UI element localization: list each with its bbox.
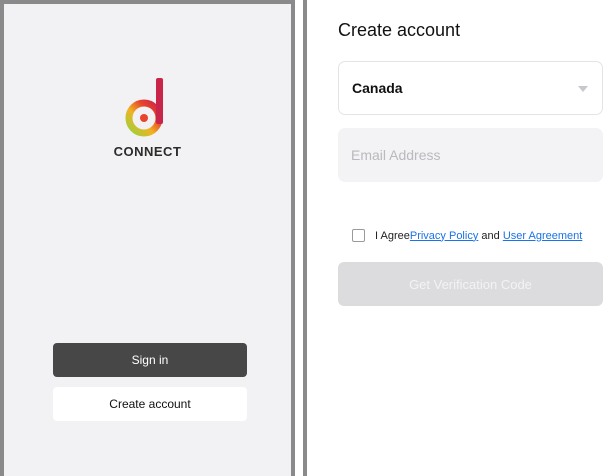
privacy-policy-link[interactable]: Privacy Policy: [410, 230, 478, 242]
logo-wordmark: CONNECT: [113, 144, 182, 159]
create-account-button[interactable]: Create account: [53, 387, 247, 421]
get-verification-code-button[interactable]: Get Verification Code: [338, 262, 603, 306]
create-account-screen: Create account Canada I AgreePrivacy Pol…: [303, 0, 607, 476]
connect-logo-icon: [125, 78, 163, 137]
welcome-screen: CONNECT Sign in Create account: [0, 0, 295, 476]
sign-in-button[interactable]: Sign in: [53, 343, 247, 377]
email-field[interactable]: [338, 128, 603, 182]
agree-checkbox[interactable]: [352, 229, 365, 242]
chevron-down-icon: [578, 86, 588, 92]
page-title: Create account: [338, 20, 461, 40]
and-text: and: [481, 229, 500, 242]
agree-prefix: I Agree: [375, 229, 410, 242]
agreement-row: I Agree Privacy Policy and User Agreement: [352, 229, 582, 242]
user-agreement-link[interactable]: User Agreement: [503, 230, 582, 242]
country-value: Canada: [352, 80, 403, 96]
country-select[interactable]: Canada: [338, 61, 603, 115]
app-logo: CONNECT: [4, 72, 291, 159]
